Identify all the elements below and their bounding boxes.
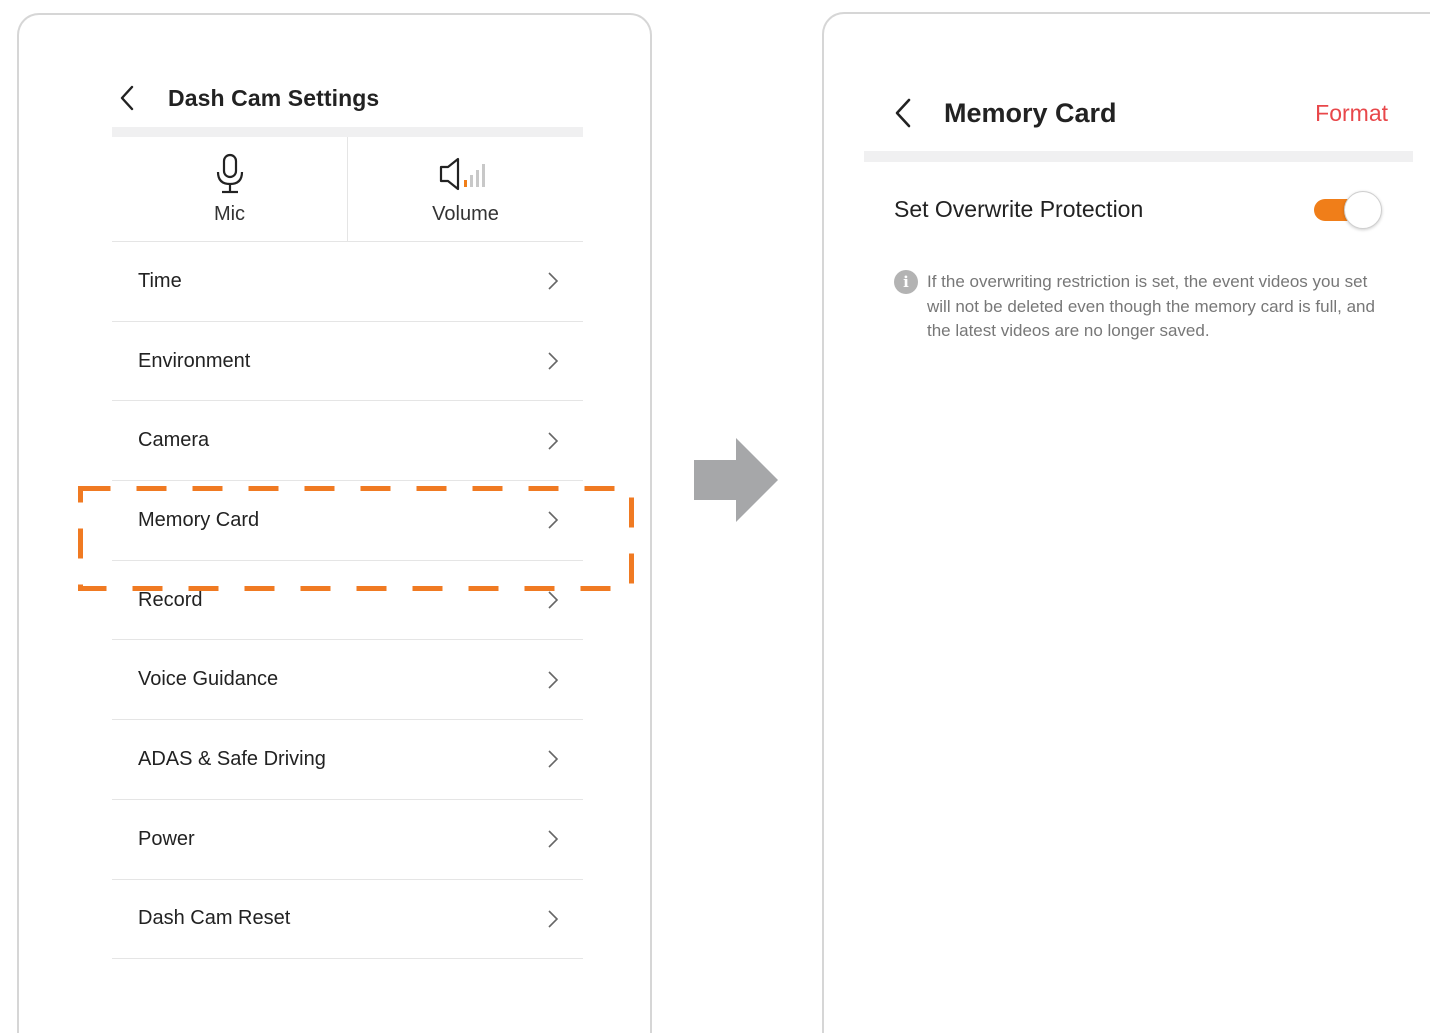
menu-item-label: Environment xyxy=(138,349,251,372)
menu-item-record[interactable]: Record xyxy=(112,561,583,641)
menu-item-label: Dash Cam Reset xyxy=(138,907,291,930)
memory-card-header: Memory Card Format xyxy=(888,84,1388,142)
menu-item-dash-cam-reset[interactable]: Dash Cam Reset xyxy=(112,880,583,960)
chevron-right-icon xyxy=(547,828,561,850)
chevron-right-icon xyxy=(547,430,561,452)
back-arrow-icon[interactable] xyxy=(112,83,142,113)
format-button[interactable]: Format xyxy=(1315,100,1388,127)
audio-toggle-grid: Mic Volume xyxy=(112,137,583,242)
speaker-volume-icon xyxy=(438,151,494,197)
settings-menu: Time Environment Camera Memory Card Reco… xyxy=(112,242,583,960)
volume-label: Volume xyxy=(432,203,499,225)
menu-item-label: Time xyxy=(138,269,182,292)
menu-item-label: ADAS & Safe Driving xyxy=(138,747,326,770)
menu-item-label: Power xyxy=(138,827,195,850)
toggle-knob xyxy=(1344,191,1382,229)
menu-item-label: Voice Guidance xyxy=(138,668,279,691)
menu-item-label: Record xyxy=(138,588,203,611)
overwrite-info-note: i If the overwriting restriction is set,… xyxy=(894,270,1384,344)
page-title: Memory Card xyxy=(944,97,1117,128)
menu-item-power[interactable]: Power xyxy=(112,800,583,880)
header-divider xyxy=(112,127,583,137)
chevron-right-icon xyxy=(547,509,561,531)
microphone-icon xyxy=(213,151,247,197)
page-title: Dash Cam Settings xyxy=(168,84,380,111)
menu-item-adas-safe-driving[interactable]: ADAS & Safe Driving xyxy=(112,720,583,800)
mic-toggle[interactable]: Mic xyxy=(112,137,347,241)
menu-item-memory-card[interactable]: Memory Card xyxy=(112,481,583,561)
menu-item-environment[interactable]: Environment xyxy=(112,322,583,402)
menu-item-label: Camera xyxy=(138,429,210,452)
chevron-right-icon xyxy=(547,908,561,930)
chevron-right-icon xyxy=(547,589,561,611)
header-divider xyxy=(864,151,1413,162)
back-arrow-icon[interactable] xyxy=(888,98,918,128)
overwrite-protection-row: Set Overwrite Protection xyxy=(894,186,1384,232)
chevron-right-icon xyxy=(547,270,561,292)
menu-item-voice-guidance[interactable]: Voice Guidance xyxy=(112,640,583,721)
info-icon: i xyxy=(894,270,918,294)
overwrite-protection-toggle[interactable] xyxy=(1314,190,1384,229)
menu-item-camera[interactable]: Camera xyxy=(112,401,583,482)
overwrite-protection-label: Set Overwrite Protection xyxy=(894,195,1144,222)
settings-header: Dash Cam Settings xyxy=(112,68,582,128)
chevron-right-icon xyxy=(547,669,561,691)
memory-card-screen xyxy=(822,12,1430,1033)
chevron-right-icon xyxy=(547,748,561,770)
menu-item-label: Memory Card xyxy=(138,508,260,531)
right-arrow-icon xyxy=(694,438,778,522)
volume-toggle[interactable]: Volume xyxy=(347,137,583,241)
chevron-right-icon xyxy=(547,350,561,372)
info-text: If the overwriting restriction is set, t… xyxy=(927,272,1375,340)
mic-label: Mic xyxy=(213,203,246,225)
menu-item-time[interactable]: Time xyxy=(112,242,583,322)
